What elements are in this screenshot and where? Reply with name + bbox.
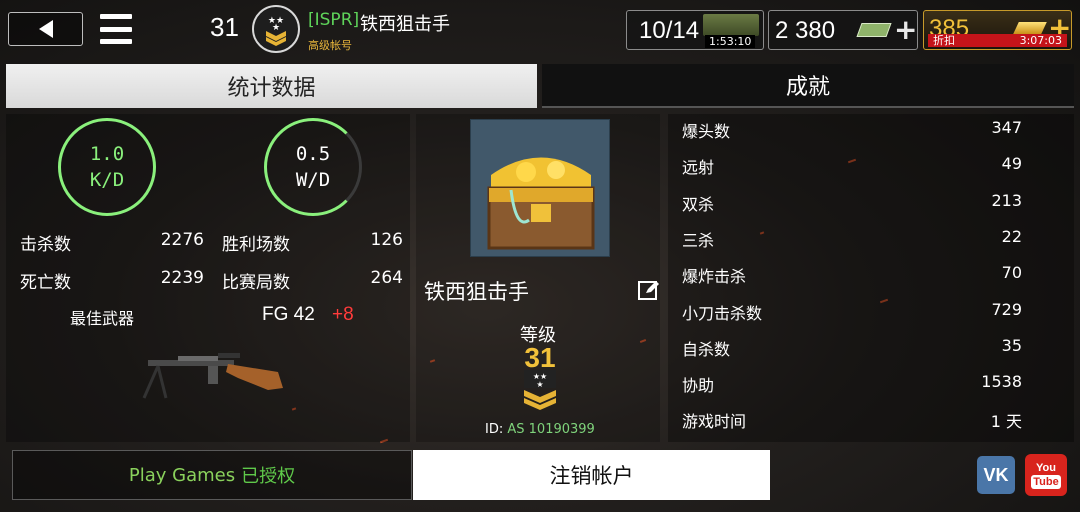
kd-value: 1.0: [89, 143, 125, 165]
deaths-label: 死亡数: [20, 273, 71, 293]
gold-bar-icon: [1013, 22, 1047, 34]
wd-label: W/D: [295, 169, 331, 191]
wd-value: 0.5: [295, 143, 331, 165]
profile-player-name: 铁西狙击手: [424, 280, 529, 304]
youtube-tube: Tube: [1031, 475, 1061, 489]
achievement-label: 自杀数: [682, 339, 731, 359]
clan-tag: [ISPR]: [308, 10, 360, 30]
discount-timer: 3:07:03: [1019, 34, 1062, 47]
back-button[interactable]: [8, 12, 83, 46]
achievement-label: 协助: [682, 376, 715, 396]
logout-button[interactable]: 注销帐户: [413, 450, 770, 500]
tab-statistics[interactable]: 统计数据: [6, 64, 537, 108]
player-id-value: AS 10190399: [507, 422, 595, 437]
achievement-label: 远射: [682, 158, 715, 178]
achievement-label: 游戏时间: [682, 412, 747, 432]
matches-label: 比赛局数: [222, 273, 290, 293]
play-games-label: Play Games: [128, 464, 236, 486]
achievement-value: 213: [991, 190, 1022, 210]
achievement-row: 协助 1538: [682, 372, 1022, 402]
achievement-row: 爆炸击杀 70: [682, 263, 1022, 293]
vk-icon[interactable]: VK: [977, 456, 1015, 494]
kd-ring: 1.0 K/D: [58, 118, 156, 216]
gold-resource[interactable]: 385 + 折扣 3:07:03: [923, 10, 1072, 50]
play-games-authorized: 已授权: [241, 466, 296, 487]
header-player-name: 铁西狙击手: [360, 14, 450, 35]
achievement-label: 爆炸击杀: [682, 267, 747, 287]
cash-resource[interactable]: 2 380 +: [768, 10, 918, 50]
best-weapon-upgrade: +8: [332, 304, 354, 325]
achievement-value: 70: [1001, 263, 1022, 283]
rank-insignia-icon: ★★ ★: [522, 370, 558, 414]
player-id: ID: AS 10190399: [485, 422, 595, 437]
account-type: 高级帐号: [308, 39, 352, 52]
achievement-value: 729: [991, 299, 1022, 319]
cash-icon: [856, 23, 892, 37]
wins-label: 胜利场数: [222, 235, 290, 255]
svg-text:★: ★: [536, 380, 543, 389]
cash-value: 2 380: [775, 17, 836, 44]
achievement-row: 小刀击杀数 729: [682, 300, 1022, 330]
kills-label: 击杀数: [20, 235, 71, 255]
player-id-label: ID:: [485, 422, 504, 437]
achievement-row: 爆头数 347: [682, 118, 1022, 148]
menu-icon: [100, 14, 132, 19]
edit-name-icon[interactable]: [638, 279, 660, 301]
energy-resource[interactable]: 10/14 1:53:10: [626, 10, 764, 50]
youtube-icon[interactable]: You Tube: [1025, 454, 1067, 496]
energy-timer: 1:53:10: [705, 35, 756, 48]
achievement-value: 35: [1001, 335, 1022, 355]
achievement-label: 小刀击杀数: [682, 303, 763, 323]
wins-value: 126: [370, 230, 403, 250]
avatar[interactable]: [470, 119, 610, 257]
tab-achievements[interactable]: 成就: [542, 64, 1074, 108]
header-player-level: 31: [210, 12, 239, 42]
discount-label: 折扣: [933, 34, 955, 47]
achievement-row: 双杀 213: [682, 191, 1022, 221]
best-weapon-name: FG 42: [262, 304, 315, 325]
wd-ring: 0.5 W/D: [264, 118, 362, 216]
svg-text:★: ★: [272, 23, 280, 33]
energy-value: 10/14: [639, 17, 700, 44]
play-games-status[interactable]: Play Games 已授权: [12, 450, 412, 500]
achievement-value: 22: [1001, 226, 1022, 246]
achievement-value: 1 天: [990, 412, 1022, 432]
kills-value: 2276: [160, 230, 204, 250]
achievement-label: 双杀: [682, 194, 715, 214]
youtube-you: You: [1036, 462, 1056, 474]
back-arrow-icon: [38, 20, 53, 38]
rifle-icon: [138, 348, 288, 408]
achievement-value: 49: [1001, 154, 1022, 174]
achievement-label: 爆头数: [682, 122, 731, 141]
add-cash-icon[interactable]: +: [894, 16, 917, 44]
achievement-row: 游戏时间 1 天: [682, 408, 1022, 438]
menu-button[interactable]: [100, 14, 132, 44]
kd-label: K/D: [89, 169, 125, 191]
achievement-row: 三杀 22: [682, 227, 1022, 257]
discount-banner: 折扣 3:07:03: [928, 34, 1067, 47]
best-weapon-label: 最佳武器: [70, 309, 135, 328]
achievement-label: 三杀: [682, 230, 715, 250]
achievement-row: 自杀数 35: [682, 336, 1022, 366]
achievement-row: 远射 49: [682, 154, 1022, 184]
ammo-crate-icon: [703, 14, 759, 36]
achievement-value: 347: [991, 118, 1022, 137]
matches-value: 264: [370, 268, 403, 288]
rank-badge-icon[interactable]: ★★ ★: [252, 5, 300, 53]
deaths-value: 2239: [160, 268, 204, 288]
achievement-value: 1538: [981, 372, 1022, 392]
